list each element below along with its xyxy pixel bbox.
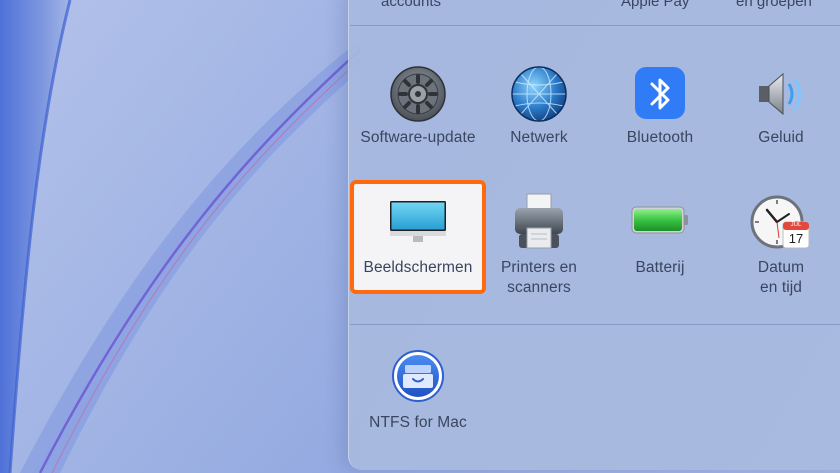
display-icon xyxy=(386,192,450,256)
calendar-day: 17 xyxy=(788,231,804,246)
pref-label: Software-update xyxy=(360,129,476,146)
pref-label: NTFS for Mac xyxy=(369,414,467,431)
gear-icon xyxy=(386,62,450,126)
pref-battery[interactable]: Batterij xyxy=(595,192,725,292)
wallet-apple-pay-label-partial[interactable]: Apple Pay xyxy=(621,0,689,10)
section-divider xyxy=(350,324,840,325)
printer-icon xyxy=(507,192,571,256)
pref-printers-scanners[interactable]: Printers en scanners xyxy=(474,192,604,296)
globe-icon xyxy=(507,62,571,126)
pref-bluetooth[interactable]: Bluetooth xyxy=(595,62,725,152)
users-accounts-label-partial[interactable]: accounts xyxy=(381,0,441,10)
pref-label: Beeldschermen xyxy=(363,259,473,276)
users-groups-label-partial[interactable]: en groepen xyxy=(736,0,812,10)
bluetooth-icon xyxy=(628,62,692,126)
pref-label: Netwerk xyxy=(510,129,568,146)
pref-label: Batterij xyxy=(635,259,685,276)
ntfs-drive-icon xyxy=(386,347,450,411)
clock-calendar-icon: JUL 17 xyxy=(749,192,813,256)
pref-date-time[interactable]: JUL 17 Datum en tijd xyxy=(716,192,840,296)
pref-ntfs-for-mac[interactable]: NTFS for Mac xyxy=(353,347,483,442)
speaker-icon xyxy=(749,62,813,126)
battery-icon xyxy=(628,192,692,256)
pref-software-update[interactable]: Software-update xyxy=(353,62,483,152)
desktop-wallpaper xyxy=(0,0,360,473)
calendar-month: JUL xyxy=(790,222,802,228)
pref-label: Printers en scanners xyxy=(500,259,578,296)
pref-displays[interactable]: Beeldschermen xyxy=(353,192,483,292)
pref-sound[interactable]: Geluid xyxy=(716,62,840,152)
pref-label: Datum en tijd xyxy=(757,259,805,296)
pref-label: Geluid xyxy=(758,129,804,146)
pref-network[interactable]: Netwerk xyxy=(474,62,604,152)
section-divider xyxy=(350,25,840,26)
pref-label: Bluetooth xyxy=(626,129,694,146)
